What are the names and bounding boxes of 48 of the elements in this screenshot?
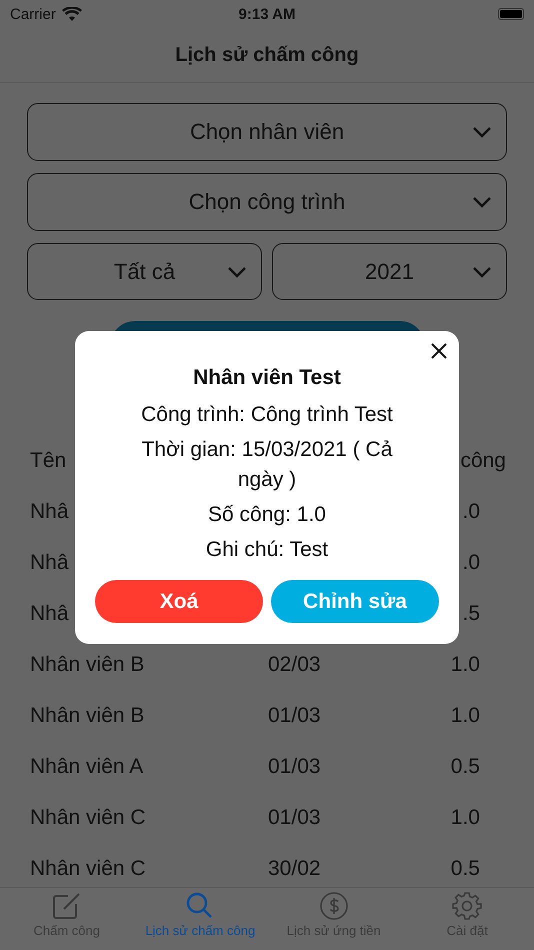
table-cell: Nhân viên C	[30, 806, 146, 830]
table-cell: Nhâ	[30, 500, 69, 524]
table-cell: Nhâ	[30, 550, 69, 574]
table-cell: Nhân viên A	[30, 754, 144, 778]
table-cell: Nhân viên B	[30, 704, 144, 728]
column-header: Tên	[30, 448, 66, 472]
delete-button[interactable]: Xoá	[95, 580, 263, 623]
dropdown[interactable]: Chọn công trình	[27, 173, 507, 231]
edit-icon	[52, 892, 82, 920]
table-cell: 1.0	[450, 704, 480, 728]
table-cell: 0.5	[450, 754, 480, 778]
dropdown[interactable]: 2021	[272, 243, 507, 300]
dropdown[interactable]: Chọn nhân viên	[27, 103, 507, 161]
table-cell: 02/03	[268, 652, 321, 676]
dialog-title: Nhân viên Test	[193, 366, 341, 390]
carrier-label: Carrier	[10, 6, 56, 22]
table-cell: 01/03	[268, 704, 321, 728]
table-cell: .0	[462, 550, 480, 574]
chevron-down-icon	[472, 196, 492, 208]
battery-icon	[498, 8, 524, 20]
page-title: Lịch sử chấm công	[175, 44, 359, 66]
table-cell: 01/03	[268, 754, 321, 778]
table-cell: Nhân viên C	[30, 856, 146, 880]
table-cell: 1.0	[450, 652, 480, 676]
table-cell: 0.5	[450, 856, 480, 880]
time-label: 9:13 AM	[238, 6, 296, 22]
table-cell: .0	[462, 500, 480, 524]
chevron-down-icon	[472, 126, 492, 138]
table-cell: Nhân viên B	[30, 652, 144, 676]
detail-text: Số công: 1.0	[207, 502, 327, 528]
detail-text: Ghi chú: Test	[204, 537, 330, 563]
detail-text: Thời gian: 15/03/2021 ( Cả ngày )	[140, 437, 394, 493]
dollar-icon	[318, 892, 349, 920]
dropdown[interactable]: Tất cả	[27, 243, 262, 300]
column-header: công	[460, 448, 506, 472]
wifi-icon	[62, 7, 82, 21]
chevron-down-icon	[472, 266, 492, 278]
settings-icon	[452, 892, 482, 920]
edit-button[interactable]: Chỉnh sửa	[271, 580, 439, 623]
close-icon	[431, 343, 447, 359]
table-cell: Nhâ	[30, 602, 69, 626]
table-cell: .5	[462, 602, 480, 626]
table-cell: 1.0	[450, 806, 480, 830]
close-button[interactable]	[429, 341, 449, 361]
table-cell: 01/03	[268, 806, 321, 830]
detail-text: Công trình: Công trình Test	[140, 402, 394, 428]
table-cell: 30/02	[268, 856, 321, 880]
chevron-down-icon	[227, 266, 247, 278]
